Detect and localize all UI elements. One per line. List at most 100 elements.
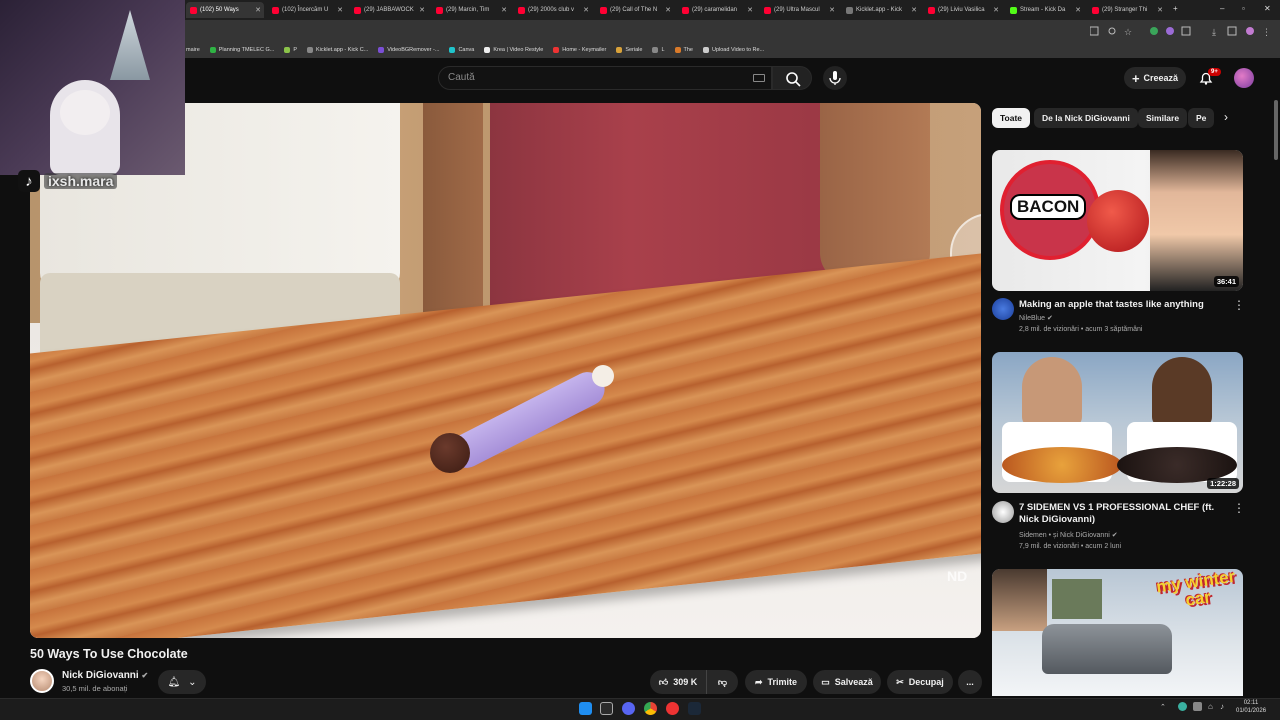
- close-tab-icon[interactable]: ✕: [993, 6, 999, 14]
- recommendation-channel[interactable]: NileBlue ✔: [1019, 314, 1053, 322]
- close-tab-icon[interactable]: ✕: [419, 6, 425, 14]
- thumbnail-text: my winter car: [1155, 569, 1237, 610]
- thumbnail-streamer: [992, 569, 1047, 631]
- chip-all[interactable]: Toate: [992, 108, 1031, 128]
- share-button[interactable]: ➦ Trimite: [745, 670, 807, 694]
- close-tab-icon[interactable]: ✕: [501, 6, 507, 14]
- channel-avatar[interactable]: [992, 501, 1014, 523]
- bookmark[interactable]: Planning TMELEC G...: [209, 47, 274, 53]
- bookmark[interactable]: Krea | Video Restyle: [484, 47, 543, 53]
- maximize-icon[interactable]: ▫: [1242, 4, 1245, 13]
- subscription-bell-button[interactable]: 🔔︎ ⌄: [158, 670, 206, 694]
- chrome-icon[interactable]: [644, 702, 657, 715]
- close-tab-icon[interactable]: ✕: [337, 6, 343, 14]
- save-button[interactable]: ▭ Salvează: [813, 670, 881, 694]
- close-tab-icon[interactable]: ✕: [829, 6, 835, 14]
- bookmark[interactable]: Home - Keymailer: [553, 47, 606, 53]
- tab-3[interactable]: (29) JABBAWOCK ✕: [350, 2, 428, 18]
- clip-button[interactable]: ✂ Decupaj: [887, 670, 953, 694]
- close-tab-icon[interactable]: ✕: [665, 6, 671, 14]
- search-button[interactable]: [772, 66, 812, 90]
- bookmark[interactable]: Canva: [449, 47, 474, 53]
- windows-start-icon[interactable]: [579, 702, 592, 715]
- recommendation-thumbnail[interactable]: my winter car: [992, 569, 1243, 696]
- chip-partial[interactable]: Pe: [1188, 108, 1214, 128]
- video-player[interactable]: ND: [30, 103, 981, 638]
- close-tab-icon[interactable]: ✕: [583, 6, 589, 14]
- tab-9[interactable]: Kicklet.app - Kick ✕: [842, 2, 920, 18]
- bookmark[interactable]: Kicklet.app - Kick C...: [306, 47, 368, 53]
- webcam-christmas-tree: [110, 10, 150, 80]
- tab-5[interactable]: (29) 2000s club v ✕: [514, 2, 592, 18]
- tab-11[interactable]: Stream - Kick Da ✕: [1006, 2, 1084, 18]
- bookmark[interactable]: The: [674, 47, 693, 53]
- app-icon[interactable]: [666, 702, 679, 715]
- dislike-button[interactable]: 👎︎: [706, 670, 738, 694]
- youtube-icon: [354, 6, 361, 14]
- sheets-icon: [209, 47, 216, 53]
- create-button[interactable]: + Creează: [1124, 67, 1186, 89]
- network-icon[interactable]: ⌂: [1208, 702, 1213, 711]
- youtube-icon: [190, 6, 197, 14]
- recommendation-meta: 2,8 mil. de vizionări • acum 3 săptămâni: [1019, 326, 1143, 333]
- task-view-icon[interactable]: [600, 702, 613, 715]
- system-clock[interactable]: 02:11 01/01/2026: [1236, 699, 1266, 715]
- extension-icons[interactable]: ☆ ⤓ ⋮: [1090, 26, 1270, 36]
- tray-app-icon[interactable]: [1193, 702, 1202, 711]
- like-button[interactable]: 👍︎ 309 K: [650, 670, 706, 694]
- recommendation-thumbnail[interactable]: BACON 36:41: [992, 150, 1243, 291]
- tab-12[interactable]: (29) Stranger Thi ✕: [1088, 2, 1166, 18]
- account-avatar[interactable]: [1234, 68, 1254, 88]
- tray-app-icon[interactable]: [1178, 702, 1187, 711]
- channel-avatar[interactable]: [992, 298, 1014, 320]
- scissors-icon: ✂: [896, 676, 904, 687]
- close-tab-icon[interactable]: ✕: [255, 6, 261, 14]
- voice-search-button[interactable]: [823, 66, 847, 90]
- more-vertical-icon[interactable]: ⋮: [1233, 298, 1245, 312]
- tab-7[interactable]: (29) caramelidan ✕: [678, 2, 756, 18]
- close-tab-icon[interactable]: ✕: [747, 6, 753, 14]
- youtube-icon: [928, 6, 935, 14]
- browser-toolbar: ☆ ⤓ ⋮: [0, 20, 1280, 42]
- keyboard-icon[interactable]: [753, 74, 765, 82]
- recommendation-title[interactable]: Making an apple that tastes like anythin…: [1019, 299, 1219, 311]
- bookmark[interactable]: VideoBGRemover -...: [378, 47, 439, 53]
- recommendation-channel[interactable]: Sidemen • și Nick DiGiovanni ✔: [1019, 531, 1118, 539]
- chip-related[interactable]: Similare: [1138, 108, 1188, 128]
- more-actions-button[interactable]: ...: [958, 670, 982, 694]
- new-tab-icon[interactable]: +: [1173, 4, 1178, 13]
- page-scrollbar[interactable]: [1274, 100, 1278, 160]
- verified-icon: ✔: [1047, 315, 1053, 322]
- close-tab-icon[interactable]: ✕: [1157, 6, 1163, 14]
- chevron-down-icon: ⌄: [188, 676, 197, 688]
- chevron-right-icon[interactable]: ›: [1224, 110, 1228, 124]
- tab-6[interactable]: (29) Call of The N ✕: [596, 2, 674, 18]
- recommendation-title[interactable]: 7 SIDEMEN VS 1 PROFESSIONAL CHEF (ft. Ni…: [1019, 502, 1219, 526]
- channel-name[interactable]: Nick DiGiovanni ✔: [62, 670, 148, 681]
- chip-from-channel[interactable]: De la Nick DiGiovanni: [1034, 108, 1138, 128]
- tab-2[interactable]: (102) Încercăm U ✕: [268, 2, 346, 18]
- more-vertical-icon[interactable]: ⋮: [1233, 501, 1245, 515]
- search-input[interactable]: Caută: [438, 66, 772, 90]
- tab-1[interactable]: (102) 50 Ways ✕: [186, 2, 264, 18]
- bookmark[interactable]: maire: [186, 47, 200, 53]
- minimize-icon[interactable]: –: [1220, 4, 1224, 13]
- volume-icon[interactable]: ♪: [1220, 702, 1224, 711]
- discord-icon[interactable]: [622, 702, 635, 715]
- tab-4[interactable]: (29) Marcin, Tim ✕: [432, 2, 510, 18]
- channel-avatar[interactable]: [30, 669, 54, 693]
- tray-chevron-up-icon[interactable]: ⌃: [1160, 703, 1166, 711]
- tab-8[interactable]: (29) Ultra Mascul ✕: [760, 2, 838, 18]
- verified-icon: ✔: [141, 671, 149, 680]
- close-tab-icon[interactable]: ✕: [911, 6, 917, 14]
- bookmark[interactable]: P: [284, 47, 297, 53]
- bookmark[interactable]: Seriale: [616, 47, 642, 53]
- tab-10[interactable]: (29) Liviu Vasilica ✕: [924, 2, 1002, 18]
- close-window-icon[interactable]: ✕: [1264, 4, 1271, 13]
- tiktok-icon: ♪: [18, 170, 40, 192]
- steam-icon[interactable]: [688, 702, 701, 715]
- recommendation-thumbnail[interactable]: 1:22:28: [992, 352, 1243, 493]
- close-tab-icon[interactable]: ✕: [1075, 6, 1081, 14]
- bookmark[interactable]: Upload Video to Re...: [702, 47, 764, 53]
- bookmark[interactable]: L: [652, 47, 665, 53]
